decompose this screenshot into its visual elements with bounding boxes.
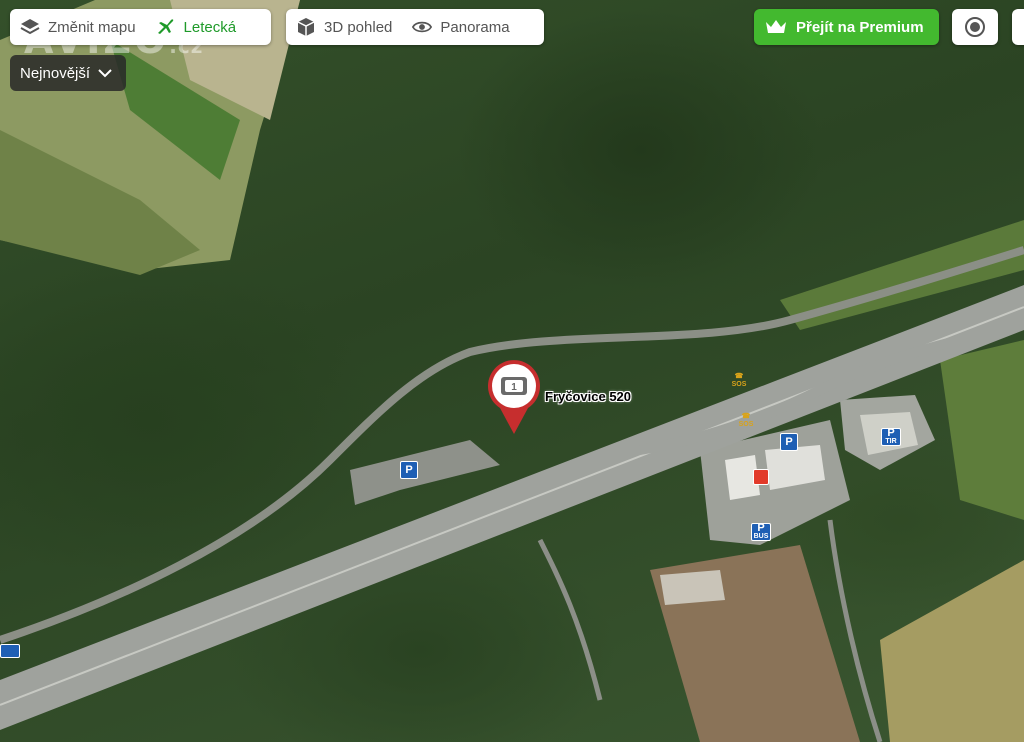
motorway xyxy=(0,285,1024,730)
aerial-map-button[interactable]: Letecká xyxy=(146,9,247,45)
sort-dropdown[interactable]: Nejnovější xyxy=(10,55,126,91)
fuel-station-icon[interactable] xyxy=(753,469,769,485)
field-bottom-right xyxy=(880,560,1024,742)
sort-label: Nejnovější xyxy=(20,64,91,82)
eye-icon xyxy=(412,21,433,33)
view-switcher: 3D pohled Panorama xyxy=(286,9,544,45)
sos-phone-icon[interactable]: ☎ SOS xyxy=(737,413,755,429)
chevron-down-icon xyxy=(98,69,112,78)
premium-button[interactable]: Přejít na Premium xyxy=(754,9,939,45)
bus-icon[interactable] xyxy=(0,644,20,658)
premium-label: Přejít na Premium xyxy=(796,18,924,36)
yard-building xyxy=(660,570,725,605)
marker-label[interactable]: Fryčovice 520 xyxy=(545,389,631,404)
plane-icon xyxy=(157,19,173,34)
edge-button[interactable] xyxy=(1012,9,1024,45)
change-map-button[interactable]: Změnit mapu xyxy=(10,9,146,45)
layers-icon xyxy=(20,19,40,35)
target-icon xyxy=(965,17,985,37)
panorama-label: Panorama xyxy=(440,18,510,36)
locate-button[interactable] xyxy=(952,9,998,45)
parking-icon[interactable]: P xyxy=(400,461,418,479)
bus-stop-icon[interactable]: P BUS xyxy=(751,523,771,541)
panorama-button[interactable]: Panorama xyxy=(402,9,519,45)
field-right xyxy=(940,340,1024,520)
map-type-switcher: Změnit mapu Letecká xyxy=(10,9,271,45)
location-pin[interactable]: 1 xyxy=(486,360,542,436)
view-3d-label: 3D pohled xyxy=(324,18,393,36)
aerial-map-label: Letecká xyxy=(183,18,237,36)
parking-icon[interactable]: P xyxy=(780,433,798,451)
crown-icon xyxy=(766,20,786,33)
cube-icon xyxy=(297,18,315,36)
left-parking xyxy=(350,440,500,505)
marker-badge: 1 xyxy=(511,382,517,393)
tir-parking-icon[interactable]: P TIR xyxy=(881,428,901,446)
sos-phone-icon[interactable]: ☎ SOS xyxy=(730,373,748,389)
view-3d-button[interactable]: 3D pohled xyxy=(286,9,402,45)
side-road xyxy=(537,538,603,701)
change-map-label: Změnit mapu xyxy=(48,18,136,36)
